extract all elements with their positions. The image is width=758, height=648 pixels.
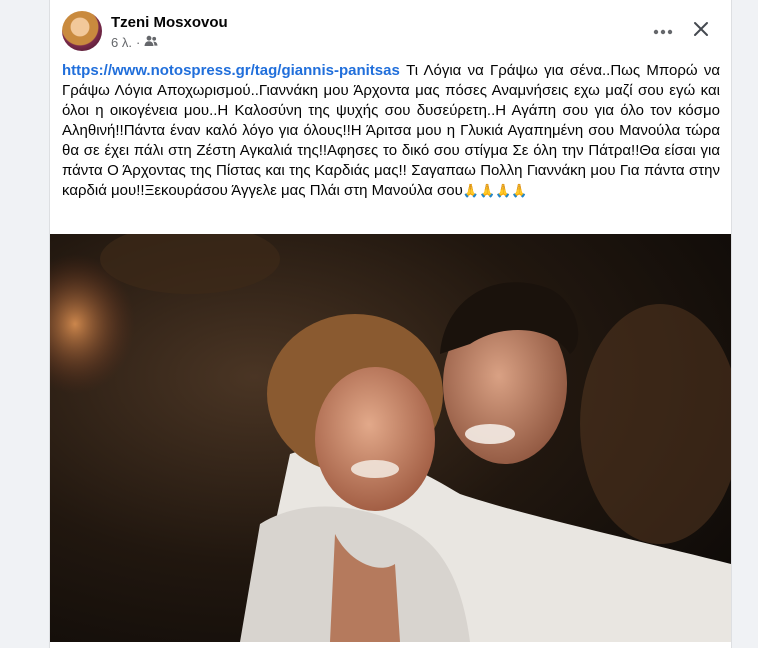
post-header: Tzeni Mosxovou 6 λ. · [50,0,731,60]
more-icon [653,22,673,40]
post-link[interactable]: https://www.notospress.gr/tag/giannis-pa… [62,62,400,79]
praying-hands-emoji: 🙏🙏🙏🙏 [462,183,528,198]
close-button[interactable] [686,16,716,46]
post-photo[interactable] [50,234,731,642]
post-card: Tzeni Mosxovou 6 λ. · https://www.notosp… [49,0,732,648]
post-text: https://www.notospress.gr/tag/giannis-pa… [62,61,720,201]
author-avatar[interactable] [62,11,102,51]
close-icon [693,21,709,42]
post-meta: 6 λ. · [111,35,158,50]
more-options-button[interactable] [648,16,678,46]
meta-separator: · [135,35,141,50]
post-time[interactable]: 6 λ. [111,35,132,50]
friends-icon[interactable] [144,35,158,50]
post-message: Τι Λόγια να Γράψω για σένα..Πως Μπορώ να… [62,62,721,199]
author-name[interactable]: Tzeni Mosxovou [111,14,228,31]
